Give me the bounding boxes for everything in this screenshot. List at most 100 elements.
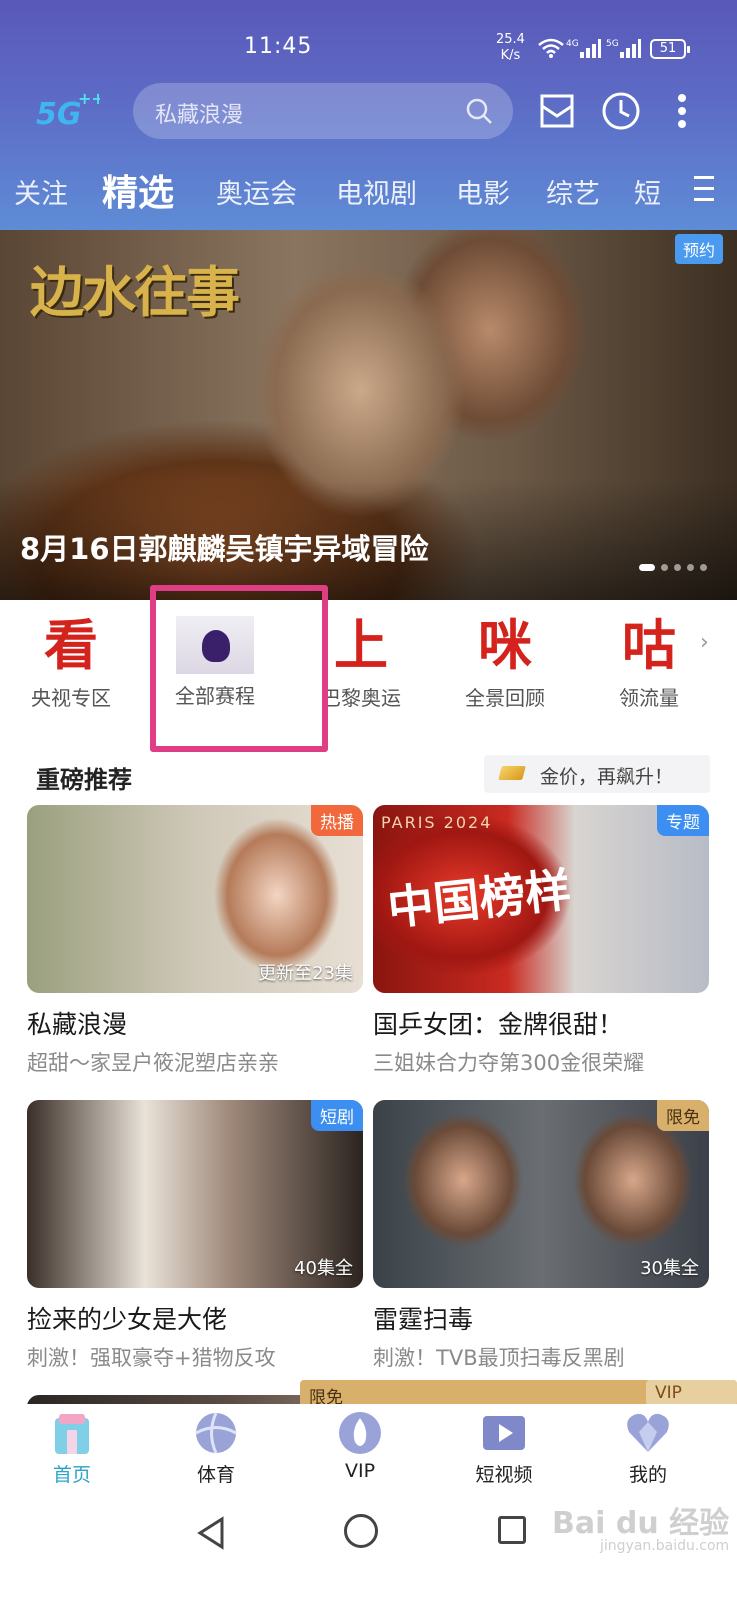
bottom-navigation: 首页 体育 VIP 短视频 我的 bbox=[0, 1404, 737, 1496]
signal-5g-icon: 5G bbox=[606, 39, 641, 58]
5g-logo: 5G ++ bbox=[36, 89, 100, 130]
quick-entry-cctv[interactable]: 看 央视专区 bbox=[6, 610, 136, 720]
carousel-dot bbox=[674, 564, 681, 571]
home-button-icon[interactable] bbox=[344, 1514, 378, 1548]
battery-icon: 51 bbox=[650, 39, 690, 59]
content-card[interactable]: 限免 30集全 雷霆扫毒 刺激！TVB最顶扫毒反黑剧 bbox=[373, 1100, 709, 1372]
quick-entry-row: 看 央视专区 全部赛程 上 巴黎奥运 咪 全景回顾 咕 领流量 › bbox=[0, 600, 737, 720]
tab-movies[interactable]: 电影 bbox=[456, 172, 510, 211]
card-thumbnail: 限免 30集全 bbox=[373, 1100, 709, 1288]
card-badge: VIP bbox=[646, 1380, 737, 1406]
status-bar: 11:45 25.4 K/s 4G 5G 51 bbox=[0, 30, 737, 70]
tab-menu-icon[interactable] bbox=[692, 172, 716, 206]
mail-icon[interactable] bbox=[540, 94, 574, 128]
nav-profile[interactable]: 我的 bbox=[598, 1410, 698, 1487]
more-icon[interactable] bbox=[676, 92, 688, 130]
card-title: 国乒女团：金牌很甜！ bbox=[373, 1010, 624, 1039]
quick-entry-label: 领流量 bbox=[619, 686, 679, 710]
gold-bar-icon bbox=[498, 766, 526, 780]
card-thumbnail: 短剧 40集全 bbox=[27, 1100, 363, 1288]
card-episode: 更新至23集 bbox=[258, 963, 353, 984]
carousel-dot bbox=[661, 564, 668, 571]
card-episode: 30集全 bbox=[640, 1258, 699, 1279]
recent-apps-icon[interactable] bbox=[498, 1516, 526, 1544]
status-time: 11:45 bbox=[244, 34, 313, 59]
svg-text:++: ++ bbox=[78, 89, 100, 108]
section-title: 重磅推荐 bbox=[36, 766, 132, 794]
search-icon[interactable] bbox=[465, 97, 493, 125]
quick-entry-data-bonus[interactable]: 咕 领流量 bbox=[584, 610, 714, 720]
nav-label: 体育 bbox=[196, 1464, 235, 1486]
carousel-indicator bbox=[639, 564, 707, 571]
network-speed: 25.4 K/s bbox=[496, 32, 525, 64]
banner-title-art: 边水往事 bbox=[30, 260, 240, 324]
quick-entry-label: 全景回顾 bbox=[465, 686, 545, 710]
gold-price-chip[interactable]: 金价，再飙升！ bbox=[484, 755, 710, 793]
svg-text:5G: 5G bbox=[606, 39, 619, 49]
card-badge: 限免 bbox=[657, 1100, 709, 1131]
quick-entry-glyph: 咪 bbox=[478, 613, 532, 677]
nav-label: 我的 bbox=[628, 1464, 667, 1486]
hero-banner[interactable]: 边水往事 预约 8月16日郭麒麟吴镇宇异域冒险 bbox=[0, 230, 737, 600]
tab-tv-series[interactable]: 电视剧 bbox=[336, 172, 417, 211]
sports-icon bbox=[195, 1412, 237, 1454]
banner-caption: 8月16日郭麒麟吴镇宇异域冒险 bbox=[20, 532, 429, 566]
nav-home[interactable]: 首页 bbox=[22, 1410, 122, 1487]
wifi-icon bbox=[538, 38, 564, 58]
short-video-icon bbox=[483, 1416, 525, 1450]
card-badge: 短剧 bbox=[311, 1100, 363, 1131]
home-icon bbox=[55, 1414, 89, 1454]
card-thumbnail: 热播 更新至23集 bbox=[27, 805, 363, 993]
tab-variety[interactable]: 综艺 bbox=[546, 172, 600, 211]
svg-text:5G: 5G bbox=[36, 97, 82, 130]
tab-featured[interactable]: 精选 bbox=[102, 164, 174, 216]
nav-vip[interactable]: VIP bbox=[310, 1410, 410, 1482]
network-speed-unit: K/s bbox=[500, 48, 521, 63]
nav-sports[interactable]: 体育 bbox=[166, 1410, 266, 1487]
card-episode: 40集全 bbox=[294, 1258, 353, 1279]
tab-follow[interactable]: 关注 bbox=[14, 172, 68, 211]
history-icon[interactable] bbox=[601, 91, 641, 131]
nav-label: VIP bbox=[344, 1460, 376, 1482]
quick-entry-glyph: 咕 bbox=[622, 613, 676, 677]
tab-short[interactable]: 短 bbox=[634, 172, 661, 211]
card-subtitle: 超甜～家昱户筱泥塑店亲亲 bbox=[27, 1051, 279, 1075]
watermark-logo: Bai du 经验 bbox=[552, 1506, 730, 1541]
reserve-badge: 预约 bbox=[674, 234, 723, 264]
nav-label: 首页 bbox=[52, 1464, 91, 1486]
watermark-url: jingyan.baidu.com bbox=[600, 1538, 730, 1554]
paris-2024-text: PARIS 2024 bbox=[381, 813, 493, 832]
quick-entry-glyph: 看 bbox=[44, 613, 98, 677]
gold-price-text: 金价，再飙升！ bbox=[540, 766, 674, 788]
card-subtitle: 三姐妹合力夺第300金很荣耀 bbox=[373, 1051, 645, 1075]
carousel-dot bbox=[687, 564, 694, 571]
china-role-model-art: 中国榜样 bbox=[384, 862, 574, 936]
card-badge: 专题 bbox=[657, 805, 709, 836]
content-card[interactable]: 短剧 40集全 捡来的少女是大佬 刺激！强取豪夺+猎物反攻 bbox=[27, 1100, 363, 1372]
nav-short-video[interactable]: 短视频 bbox=[454, 1410, 554, 1487]
annotation-highlight bbox=[150, 585, 328, 752]
chevron-right-icon[interactable]: › bbox=[700, 630, 709, 655]
search-input[interactable]: 私藏浪漫 bbox=[133, 83, 513, 139]
content-card[interactable]: 热播 更新至23集 私藏浪漫 超甜～家昱户筱泥塑店亲亲 bbox=[27, 805, 363, 1077]
quick-entry-panorama[interactable]: 咪 全景回顾 bbox=[440, 610, 570, 720]
back-icon[interactable] bbox=[196, 1516, 226, 1550]
carousel-dot bbox=[639, 564, 655, 571]
category-tabs: 关注 精选 奥运会 电视剧 电影 综艺 短 bbox=[0, 160, 737, 216]
tab-olympics[interactable]: 奥运会 bbox=[216, 172, 297, 211]
search-placeholder: 私藏浪漫 bbox=[155, 103, 244, 128]
card-title: 雷霆扫毒 bbox=[373, 1305, 474, 1334]
vip-icon bbox=[339, 1412, 381, 1454]
profile-icon bbox=[627, 1413, 669, 1452]
card-title: 私藏浪漫 bbox=[27, 1010, 128, 1039]
card-subtitle: 刺激！强取豪夺+猎物反攻 bbox=[27, 1346, 276, 1370]
network-speed-value: 25.4 bbox=[496, 32, 525, 47]
svg-text:4G: 4G bbox=[566, 39, 579, 49]
signal-4g-icon: 4G bbox=[566, 39, 601, 58]
card-badge: 热播 bbox=[311, 805, 363, 836]
app-header: 11:45 25.4 K/s 4G 5G 51 5G ++ 私藏浪漫 关注 精选… bbox=[0, 0, 737, 230]
content-card[interactable]: PARIS 2024 中国榜样 专题 国乒女团：金牌很甜！ 三姐妹合力夺第300… bbox=[373, 805, 709, 1077]
card-subtitle: 刺激！TVB最顶扫毒反黑剧 bbox=[373, 1346, 625, 1370]
card-thumbnail: PARIS 2024 中国榜样 专题 bbox=[373, 805, 709, 993]
carousel-dot bbox=[700, 564, 707, 571]
